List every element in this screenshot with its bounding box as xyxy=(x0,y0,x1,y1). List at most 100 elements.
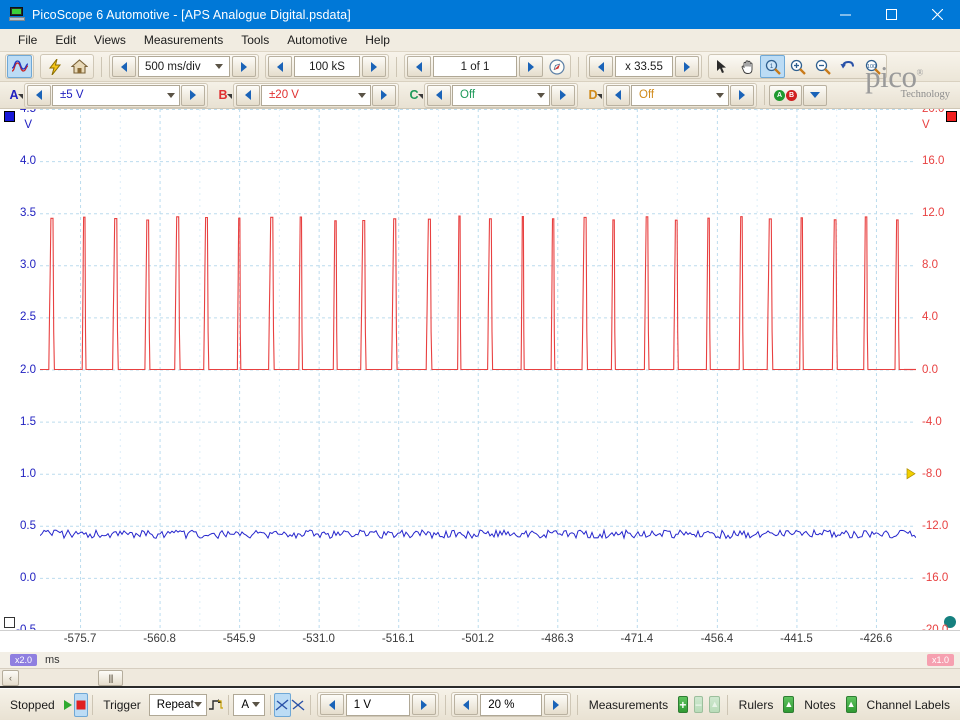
x-zoom-badge-left[interactable]: x2.0 xyxy=(10,653,38,667)
waveform-icon[interactable] xyxy=(7,55,32,78)
channel-d-label[interactable]: D xyxy=(581,88,603,102)
trigger-level-field[interactable]: 1 V xyxy=(345,693,410,716)
channel-a-prev-button[interactable] xyxy=(27,84,51,106)
channel-d-range-select[interactable]: Off xyxy=(631,84,729,106)
trigger-level-next-button[interactable] xyxy=(411,694,436,715)
trigger-source-select[interactable]: A xyxy=(233,693,265,716)
x-tick: -560.8 xyxy=(143,633,176,645)
trigger-mode-select[interactable]: Repeat xyxy=(148,693,207,716)
channel-c-range-select[interactable]: Off xyxy=(452,84,550,106)
zoom-100-icon[interactable]: 100 xyxy=(860,55,885,78)
timebase-prev-button[interactable] xyxy=(112,56,136,77)
channel-a-offset-marker[interactable] xyxy=(4,617,15,628)
menu-tools[interactable]: Tools xyxy=(232,31,278,49)
led-dropdown-button[interactable] xyxy=(803,84,827,106)
page-field[interactable]: 1 of 1 xyxy=(433,56,517,77)
zoom-out-icon[interactable] xyxy=(810,55,835,78)
falling-edge-icon[interactable] xyxy=(291,693,306,717)
pretrigger-next-button[interactable] xyxy=(544,694,569,715)
channel-a-top-marker[interactable] xyxy=(4,111,15,122)
add-measurement-button[interactable]: + xyxy=(678,696,688,713)
rulers-toggle-button[interactable]: ▲ xyxy=(783,696,795,713)
chevron-down-icon xyxy=(167,92,175,98)
edge-trigger-icon[interactable] xyxy=(208,693,224,717)
channel-toolbar: A ±5 V B ±20 V C Off D Off A B xyxy=(0,82,960,109)
y-right-tick: -4.0 xyxy=(922,415,942,428)
scroll-thumb[interactable]: ||| xyxy=(98,669,123,686)
samples-next-button[interactable] xyxy=(362,56,386,77)
timebase-next-button[interactable] xyxy=(232,56,256,77)
channel-a-next-button[interactable] xyxy=(181,84,205,106)
channel-a-range-select[interactable]: ±5 V xyxy=(52,84,180,106)
y-right-tick: 4.0 xyxy=(922,311,938,324)
rising-edge-icon[interactable] xyxy=(274,692,292,717)
channel-c-next-button[interactable] xyxy=(551,84,575,106)
chevron-down-icon xyxy=(215,64,223,69)
channel-b-label[interactable]: B xyxy=(211,88,233,102)
x-zoom-badge-right[interactable]: x1.0 xyxy=(926,653,954,667)
channel-a-label[interactable]: A xyxy=(2,88,24,102)
play-icon[interactable] xyxy=(62,693,74,717)
pretrigger-prev-button[interactable] xyxy=(454,694,479,715)
channel-a-range-value: ±5 V xyxy=(60,89,84,101)
trigger-mode-value: Repeat xyxy=(156,698,194,711)
trigger-level-prev-button[interactable] xyxy=(319,694,344,715)
menu-automotive[interactable]: Automotive xyxy=(278,31,356,49)
scope-plot-area[interactable]: 4.5 4.0 3.5 3.0 2.5 2.0 1.5 1.0 0.5 0.0 -0.5 V 20.0… xyxy=(0,109,960,630)
channel-b-range-select[interactable]: ±20 V xyxy=(261,84,371,106)
x-tick: -501.2 xyxy=(461,633,495,645)
channel-d-prev-button[interactable] xyxy=(606,84,630,106)
waveform-canvas[interactable] xyxy=(40,109,916,630)
lightning-bolt-icon[interactable] xyxy=(42,55,67,78)
y-left-tick: 0.0 xyxy=(20,571,36,584)
timebase-value: 500 ms/div xyxy=(145,60,201,73)
hand-pan-icon[interactable] xyxy=(735,55,760,78)
menu-measurements[interactable]: Measurements xyxy=(135,31,232,49)
pretrigger-field[interactable]: 20 % xyxy=(480,693,543,716)
remove-measurement-button[interactable]: − xyxy=(693,696,704,713)
notes-toggle-button[interactable]: ▲ xyxy=(845,696,857,713)
zoom-factor-value: x 33.55 xyxy=(625,60,663,73)
zoom-factor-next-button[interactable] xyxy=(675,56,699,77)
menu-views[interactable]: Views xyxy=(85,31,135,49)
maximize-button[interactable] xyxy=(868,0,914,29)
menu-help[interactable]: Help xyxy=(356,31,399,49)
x-tick: -545.9 xyxy=(222,633,256,645)
close-button[interactable] xyxy=(914,0,960,29)
status-bar: Stopped Trigger Repeat A 1 V 20 % Measur… xyxy=(0,688,960,720)
channel-b-top-marker[interactable] xyxy=(946,111,957,122)
undo-zoom-icon[interactable] xyxy=(835,55,860,78)
channel-b-next-button[interactable] xyxy=(372,84,396,106)
page-prev-button[interactable] xyxy=(407,56,431,77)
page-next-button[interactable] xyxy=(519,56,543,77)
stop-icon[interactable] xyxy=(73,692,88,717)
zoom-factor-prev-button[interactable] xyxy=(589,56,613,77)
zoom-factor-field[interactable]: x 33.55 xyxy=(615,56,673,77)
waveform-traces xyxy=(40,215,916,540)
channel-b-prev-button[interactable] xyxy=(236,84,260,106)
timebase-group: 500 ms/div xyxy=(109,54,259,79)
zoom-in-icon[interactable] xyxy=(785,55,810,78)
x-tick: -441.5 xyxy=(780,633,813,645)
channel-group-c: C Off xyxy=(402,82,578,108)
samples-prev-button[interactable] xyxy=(268,56,292,77)
compass-icon[interactable] xyxy=(544,55,569,78)
home-icon[interactable] xyxy=(67,55,92,78)
channel-led-indicator[interactable]: A B xyxy=(769,84,802,106)
channel-c-label[interactable]: C xyxy=(402,88,424,102)
scroll-left-button[interactable]: ‹ xyxy=(2,669,19,686)
trigger-level-marker[interactable] xyxy=(906,468,916,480)
pointer-icon[interactable] xyxy=(710,55,735,78)
timebase-select[interactable]: 500 ms/div xyxy=(138,56,230,77)
channel-d-next-button[interactable] xyxy=(730,84,754,106)
zoom-factor-group: x 33.55 xyxy=(586,54,702,79)
measurement-options-button[interactable]: ▲ xyxy=(709,696,721,713)
x-tick: -516.1 xyxy=(381,633,415,645)
samples-field[interactable]: 100 kS xyxy=(294,56,360,77)
minimize-button[interactable] xyxy=(822,0,868,29)
channel-c-prev-button[interactable] xyxy=(427,84,451,106)
menu-edit[interactable]: Edit xyxy=(46,31,85,49)
menu-file[interactable]: File xyxy=(9,31,46,49)
zoom-select-icon[interactable]: 1 xyxy=(760,55,785,78)
horizontal-scrollbar[interactable]: ‹ ||| xyxy=(0,668,960,688)
